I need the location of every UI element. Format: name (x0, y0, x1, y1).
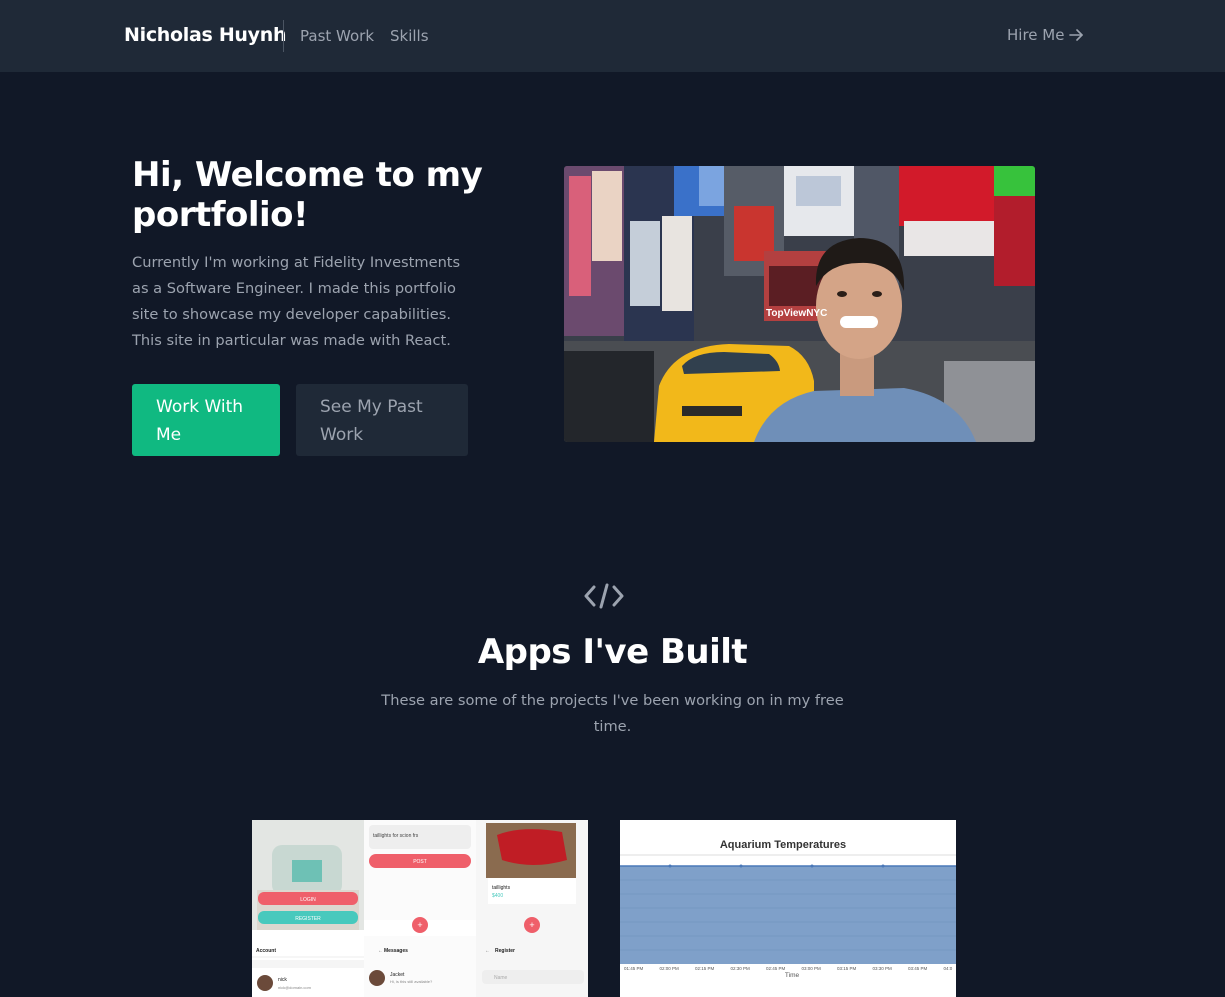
nav-divider (283, 20, 284, 52)
photo-sign-text: TopViewNYC (766, 308, 827, 319)
marketplace-app-screens: LOGIN REGISTER Account nick nick@domain.… (252, 820, 588, 997)
nav-past-work[interactable]: Past Work (300, 27, 374, 45)
svg-text:$400: $400 (492, 893, 503, 899)
aquarium-chart-tick: 03:00 PM (802, 966, 822, 971)
brand-name[interactable]: Nicholas Huynh (124, 24, 286, 46)
aquarium-chart-tick: 03:15 PM (837, 966, 857, 971)
svg-text:Hi, is this still available?: Hi, is this still available? (390, 979, 433, 984)
work-with-me-button[interactable]: Work With Me (132, 384, 280, 456)
see-past-work-button[interactable]: See My Past Work (296, 384, 468, 456)
apps-title: Apps I've Built (477, 632, 748, 672)
aquarium-chart-tick: 02:00 PM (660, 966, 680, 971)
aquarium-chart-tick: 02:30 PM (731, 966, 751, 971)
svg-text:taillights for scion frs: taillights for scion frs (373, 833, 419, 839)
svg-text:REGISTER: REGISTER (295, 916, 321, 922)
aquarium-chart-tick: 03:30 PM (873, 966, 893, 971)
aquarium-chart-tick: 01:45 PM (624, 966, 644, 971)
svg-text:Account: Account (256, 948, 276, 954)
svg-text:+: + (529, 920, 534, 930)
svg-text:Messages: Messages (384, 948, 408, 954)
svg-text:+: + (417, 920, 422, 930)
times-square-photo: TopViewNYC (564, 166, 1035, 442)
svg-text:LOGIN: LOGIN (300, 897, 316, 903)
aquarium-chart-tick: 03:45 PM (908, 966, 928, 971)
svg-text:←: ← (378, 948, 383, 954)
svg-text:Register: Register (495, 948, 515, 954)
project-card-marketplace-app[interactable]: LOGIN REGISTER Account nick nick@domain.… (252, 820, 588, 997)
svg-text:POST: POST (413, 859, 427, 865)
aquarium-chart-title: Aquarium Temperatures (720, 839, 846, 851)
apps-subtitle: These are some of the projects I've been… (381, 692, 844, 735)
arrow-right-icon (1069, 29, 1084, 41)
svg-text:Jacket: Jacket (390, 972, 405, 978)
hero-description: Currently I'm working at Fidelity Invest… (132, 254, 461, 349)
aquarium-chart-tick: 02:15 PM (695, 966, 715, 971)
top-nav: Nicholas Huynh Past Work Skills Hire Me (0, 0, 1225, 72)
hero-photo: TopViewNYC (564, 166, 1035, 442)
hire-me-button[interactable]: Hire Me (1007, 26, 1084, 44)
svg-text:Name: Name (494, 975, 508, 981)
svg-text:nick@domain.com: nick@domain.com (278, 985, 312, 990)
svg-text:nick: nick (278, 977, 287, 983)
aquarium-chart-tick: 04:0 (944, 966, 953, 971)
code-icon (584, 583, 624, 609)
aquarium-chart-tick: 02:45 PM (766, 966, 786, 971)
nav-skills[interactable]: Skills (390, 27, 429, 45)
project-card-aquarium-temperatures[interactable]: Aquarium Temperatures 01:45 PM 02:00 PM 02… (620, 820, 956, 997)
svg-text:taillights: taillights (492, 885, 511, 891)
aquarium-chart-xlabel: Time (785, 972, 800, 979)
aquarium-chart-screenshot: Aquarium Temperatures 01:45 PM 02:00 PM 02… (620, 820, 956, 997)
hire-me-label: Hire Me (1007, 26, 1065, 44)
svg-text:←: ← (485, 948, 490, 954)
hero-title: Hi, Welcome to my portfolio! (132, 155, 483, 235)
